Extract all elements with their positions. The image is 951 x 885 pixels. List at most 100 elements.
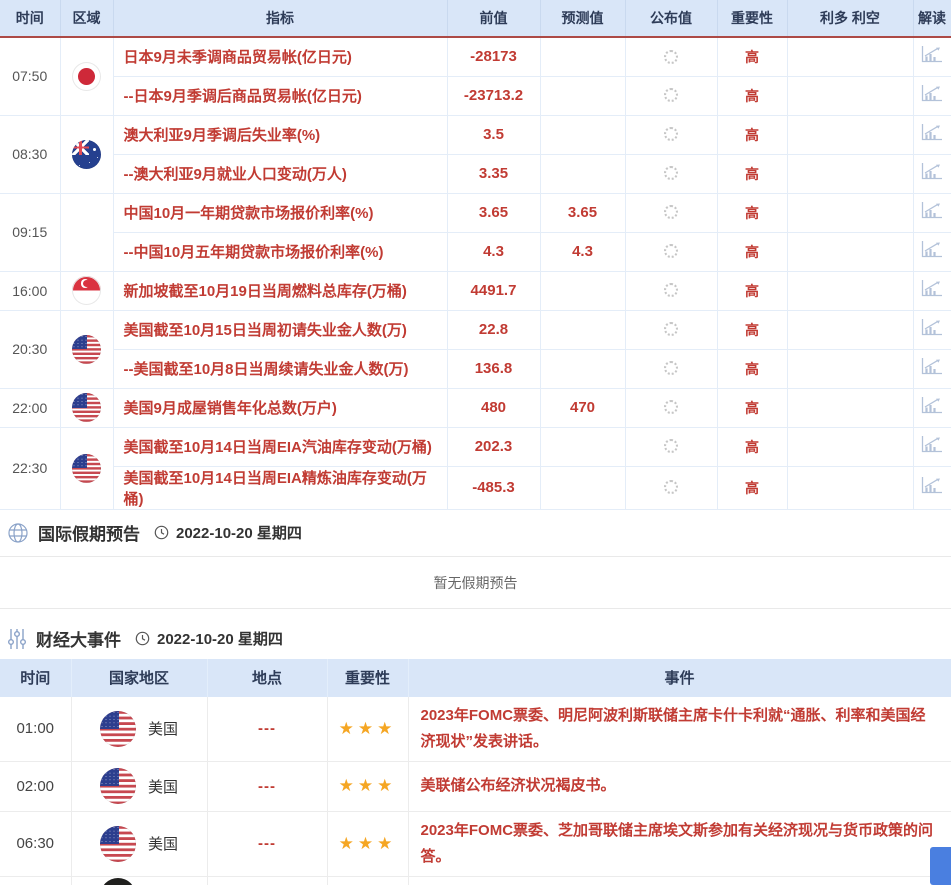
explain-cell[interactable] (913, 466, 951, 509)
event-country-cell: 美国 (71, 761, 207, 811)
usa-flag-icon (100, 711, 136, 747)
importance-cell: 高 (717, 76, 787, 115)
forecast-value (540, 37, 625, 76)
prev-value: 136.8 (447, 349, 540, 388)
globe-icon (7, 522, 29, 544)
explain-cell[interactable] (913, 349, 951, 388)
importance-cell: 高 (717, 388, 787, 427)
indicator-cell[interactable]: --美国截至10月8日当周续请失业金人数(万) (113, 349, 447, 388)
calendar-row: --美国截至10月8日当周续请失业金人数(万) 136.8 高 (0, 349, 951, 388)
region-flag-cell (60, 310, 113, 388)
event-time: 01:00 (0, 697, 71, 762)
bull-bear-cell (787, 232, 913, 271)
indicator-cell[interactable]: 美国截至10月15日当周初请失业金人数(万) (113, 310, 447, 349)
bull-bear-cell (787, 427, 913, 466)
bull-bear-cell (787, 388, 913, 427)
importance-cell: 高 (717, 271, 787, 310)
importance-cell: 高 (717, 232, 787, 271)
importance-cell: 高 (717, 37, 787, 76)
col-bull-bear: 利多 利空 (787, 0, 913, 37)
chart-icon[interactable] (921, 435, 943, 453)
forecast-value: 3.65 (540, 193, 625, 232)
prev-value: 480 (447, 388, 540, 427)
chart-icon[interactable] (921, 240, 943, 258)
loading-spinner-icon (664, 88, 678, 102)
event-text: 2023年FOMC票委、明尼阿波利斯联储主席卡什卡利就“通胀、利率和美国经济现状… (408, 697, 951, 762)
forecast-value (540, 427, 625, 466)
floating-side-tab[interactable] (930, 847, 951, 885)
indicator-cell[interactable]: 中国10月一年期贷款市场报价利率(%) (113, 193, 447, 232)
indicator-cell[interactable]: 日本9月未季调商品贸易帐(亿日元) (113, 37, 447, 76)
region-flag-cell (60, 271, 113, 310)
prev-value: 4.3 (447, 232, 540, 271)
explain-cell[interactable] (913, 193, 951, 232)
chart-icon[interactable] (921, 357, 943, 375)
event-country-cell: 美国 (71, 697, 207, 762)
prev-value: 3.65 (447, 193, 540, 232)
chart-icon[interactable] (921, 318, 943, 336)
importance-cell: 高 (717, 193, 787, 232)
explain-cell[interactable] (913, 388, 951, 427)
event-importance: ★★★ (327, 697, 408, 762)
economic-calendar-table: 时间 区域 指标 前值 预测值 公布值 重要性 利多 利空 解读 07:50 日… (0, 0, 951, 510)
indicator-cell[interactable]: --日本9月季调后商品贸易帐(亿日元) (113, 76, 447, 115)
prev-value: -28173 (447, 37, 540, 76)
chart-icon[interactable] (921, 123, 943, 141)
event-time: 02:00 (0, 761, 71, 811)
prev-value: 3.5 (447, 115, 540, 154)
forecast-value (540, 466, 625, 509)
col-explain: 解读 (913, 0, 951, 37)
explain-cell[interactable] (913, 232, 951, 271)
bull-bear-cell (787, 193, 913, 232)
events-section-date: 2022-10-20 星期四 (157, 628, 283, 649)
indicator-cell[interactable]: 美国9月成屋销售年化总数(万户) (113, 388, 447, 427)
forecast-value (540, 115, 625, 154)
event-country-cell: 美国 (71, 811, 207, 876)
chart-icon[interactable] (921, 279, 943, 297)
bull-bear-cell (787, 76, 913, 115)
holiday-section-title: 国际假期预告 (38, 520, 140, 545)
bull-bear-cell (787, 115, 913, 154)
published-value (625, 466, 717, 509)
region-flag-cell (60, 37, 113, 115)
importance-cell: 高 (717, 349, 787, 388)
published-value (625, 388, 717, 427)
chart-icon[interactable] (921, 45, 943, 63)
explain-cell[interactable] (913, 310, 951, 349)
country-label: 美国 (148, 718, 178, 739)
indicator-cell[interactable]: 美国截至10月14日当周EIA精炼油库存变动(万桶) (113, 466, 447, 509)
calendar-row: 美国截至10月14日当周EIA精炼油库存变动(万桶) -485.3 高 (0, 466, 951, 509)
published-value (625, 232, 717, 271)
chart-icon[interactable] (921, 396, 943, 414)
chart-icon[interactable] (921, 476, 943, 494)
indicator-cell[interactable]: 美国截至10月14日当周EIA汽油库存变动(万桶) (113, 427, 447, 466)
explain-cell[interactable] (913, 37, 951, 76)
col-location: 地点 (207, 659, 327, 697)
explain-cell[interactable] (913, 427, 951, 466)
holiday-section-header: 国际假期预告 2022-10-20 星期四 (0, 510, 951, 557)
chart-icon[interactable] (921, 84, 943, 102)
chart-icon[interactable] (921, 162, 943, 180)
usa-flag-icon (72, 393, 101, 422)
loading-spinner-icon (664, 400, 678, 414)
calendar-row: 20:30 美国截至10月15日当周初请失业金人数(万) 22.8 高 (0, 310, 951, 349)
usa-flag-icon (72, 454, 101, 483)
event-location: --- (207, 761, 327, 811)
explain-cell[interactable] (913, 154, 951, 193)
explain-cell[interactable] (913, 115, 951, 154)
usa-flag-icon (72, 335, 101, 364)
published-value (625, 271, 717, 310)
indicator-cell[interactable]: --澳大利亚9月就业人口变动(万人) (113, 154, 447, 193)
events-section-title: 财经大事件 (36, 626, 121, 651)
sliders-icon (7, 627, 27, 651)
event-row: 02:00 美国 --- ★★★ 美联储公布经济状况褐皮书。 (0, 761, 951, 811)
chart-icon[interactable] (921, 201, 943, 219)
indicator-cell[interactable]: 澳大利亚9月季调后失业率(%) (113, 115, 447, 154)
explain-cell[interactable] (913, 76, 951, 115)
indicator-cell[interactable]: 新加坡截至10月19日当周燃料总库存(万桶) (113, 271, 447, 310)
explain-cell[interactable] (913, 271, 951, 310)
indicator-cell[interactable]: --中国10月五年期贷款市场报价利率(%) (113, 232, 447, 271)
published-value (625, 154, 717, 193)
holiday-section-date: 2022-10-20 星期四 (176, 522, 302, 543)
region-flag-cell (60, 427, 113, 509)
